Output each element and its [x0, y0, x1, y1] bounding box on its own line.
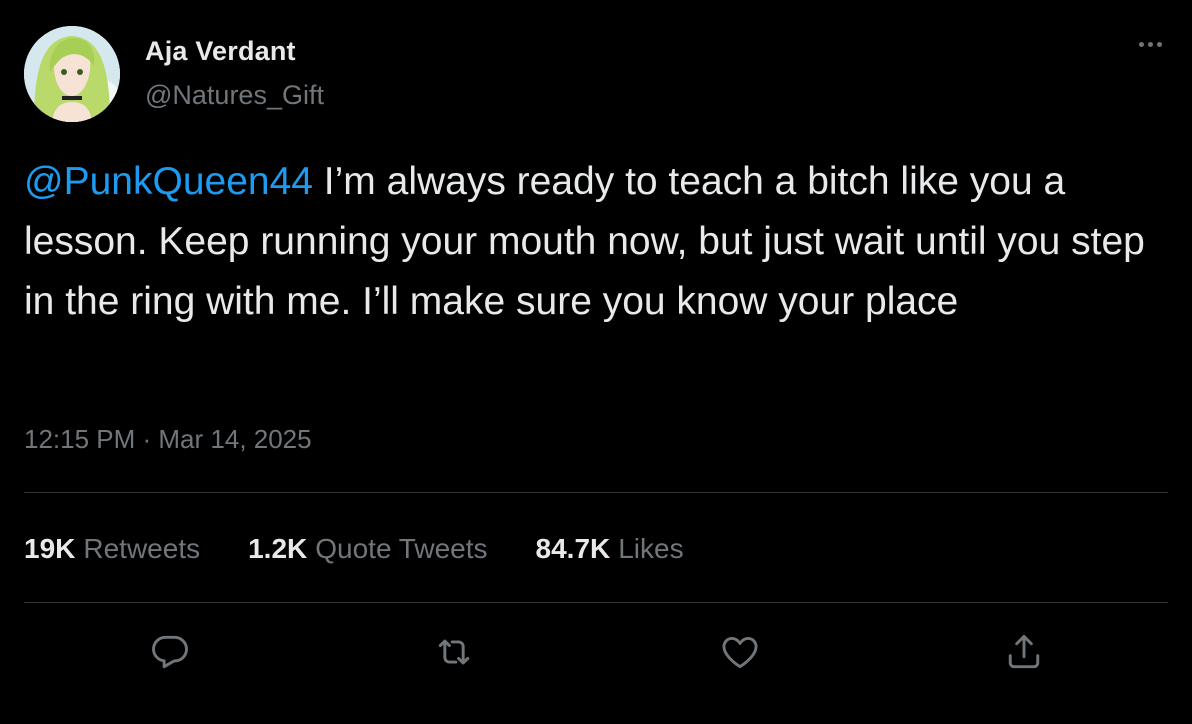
avatar[interactable] — [24, 26, 120, 122]
engagement-stats: 19K Retweets 1.2K Quote Tweets 84.7K Likes — [24, 533, 684, 565]
user-handle[interactable]: @Natures_Gift — [145, 80, 324, 111]
like-icon — [722, 636, 758, 669]
quote-tweets-label: Quote Tweets — [315, 533, 488, 564]
likes-count: 84.7K — [535, 533, 611, 564]
retweet-button[interactable] — [430, 628, 478, 676]
like-button[interactable] — [716, 628, 764, 676]
retweets-stat[interactable]: 19K Retweets — [24, 533, 200, 565]
quote-tweets-count: 1.2K — [248, 533, 308, 564]
mention-link[interactable]: @PunkQueen44 — [24, 160, 313, 203]
retweets-label: Retweets — [83, 533, 201, 564]
divider — [24, 492, 1168, 493]
likes-stat[interactable]: 84.7K Likes — [536, 533, 684, 565]
tweet-text: @PunkQueen44 I’m always ready to teach a… — [24, 152, 1174, 332]
share-icon — [1008, 634, 1040, 669]
likes-label: Likes — [618, 533, 684, 564]
reply-icon — [152, 635, 188, 669]
reply-button[interactable] — [146, 628, 194, 676]
tweet-timestamp[interactable]: 12:15 PM · Mar 14, 2025 — [24, 424, 312, 455]
anime-avatar-icon — [24, 26, 120, 122]
retweets-count: 19K — [24, 533, 76, 564]
share-button[interactable] — [1000, 628, 1048, 676]
more-options-icon[interactable] — [1132, 30, 1168, 58]
display-name[interactable]: Aja Verdant — [145, 36, 296, 67]
retweet-icon — [438, 639, 470, 665]
divider — [24, 602, 1168, 603]
quote-tweets-stat[interactable]: 1.2K Quote Tweets — [248, 533, 487, 565]
